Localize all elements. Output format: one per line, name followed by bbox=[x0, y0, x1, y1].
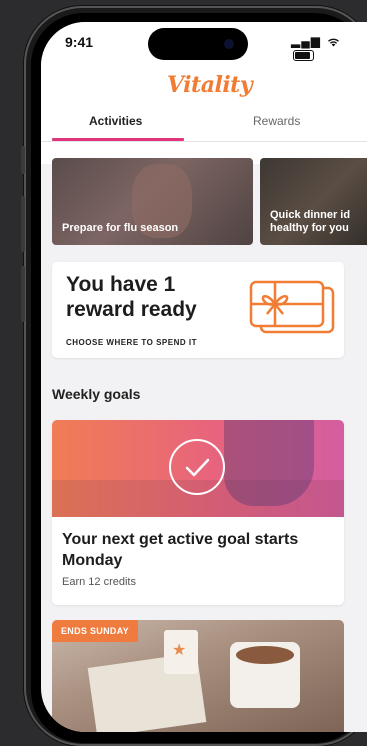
promo-card-quick-dinner[interactable]: Quick dinner id healthy for you bbox=[260, 158, 367, 245]
checkmark-icon bbox=[185, 458, 210, 477]
check-circle-icon bbox=[169, 439, 225, 495]
card-image-cocoa bbox=[236, 646, 294, 664]
status-bar: 9:41 ▂▄▆ bbox=[41, 22, 367, 70]
goal-credits: Earn 12 credits bbox=[62, 576, 136, 588]
weekly-goals-heading: Weekly goals bbox=[52, 386, 141, 402]
star-icon: ★ bbox=[172, 642, 187, 659]
promo-label-line2: healthy for you bbox=[270, 222, 349, 234]
promo-label-line1: Quick dinner id bbox=[270, 209, 351, 221]
status-time: 9:41 bbox=[65, 34, 94, 50]
promo-card-flu-season[interactable]: Prepare for flu season bbox=[52, 158, 253, 245]
active-tab-indicator bbox=[52, 138, 184, 141]
app-header: Vitality Activities Rewards bbox=[41, 70, 367, 164]
reward-title-line1: You have 1 bbox=[66, 273, 176, 296]
tab-rewards[interactable]: Rewards bbox=[253, 114, 300, 128]
ends-sunday-card[interactable]: ★ ENDS SUNDAY bbox=[52, 620, 344, 732]
ends-sunday-badge: ENDS SUNDAY bbox=[52, 620, 138, 642]
tab-activities[interactable]: Activities bbox=[89, 114, 142, 128]
volume-down-button bbox=[21, 266, 25, 322]
reward-cta-link[interactable]: CHOOSE WHERE TO SPEND IT bbox=[66, 338, 197, 347]
reward-title-line2: reward ready bbox=[66, 298, 197, 321]
promo-label: Quick dinner id healthy for you bbox=[270, 209, 350, 235]
goal-image bbox=[52, 420, 344, 517]
camera-icon bbox=[224, 39, 234, 49]
status-icons: ▂▄▆ bbox=[291, 34, 367, 62]
vitality-logo: Vitality bbox=[167, 72, 253, 98]
goal-image-shoe bbox=[224, 420, 314, 506]
gift-card-icon bbox=[249, 280, 335, 334]
promo-label: Prepare for flu season bbox=[62, 222, 179, 234]
reward-ready-card[interactable]: You have 1 reward ready CHOOSE WHERE TO … bbox=[52, 262, 344, 358]
reward-title: You have 1 reward ready bbox=[66, 272, 236, 322]
signal-icon: ▂▄▆ bbox=[291, 34, 321, 48]
tab-divider bbox=[41, 141, 367, 142]
wifi-icon bbox=[328, 38, 340, 47]
battery-icon bbox=[293, 50, 314, 62]
app-screen: 9:41 ▂▄▆ Vitality Activities Rewards Pre… bbox=[41, 22, 367, 732]
weekly-goal-card[interactable]: Your next get active goal starts Monday … bbox=[52, 420, 344, 605]
dynamic-island bbox=[148, 28, 248, 60]
volume-up-button bbox=[21, 196, 25, 252]
mute-switch bbox=[21, 146, 25, 174]
goal-title: Your next get active goal starts Monday bbox=[62, 531, 299, 569]
